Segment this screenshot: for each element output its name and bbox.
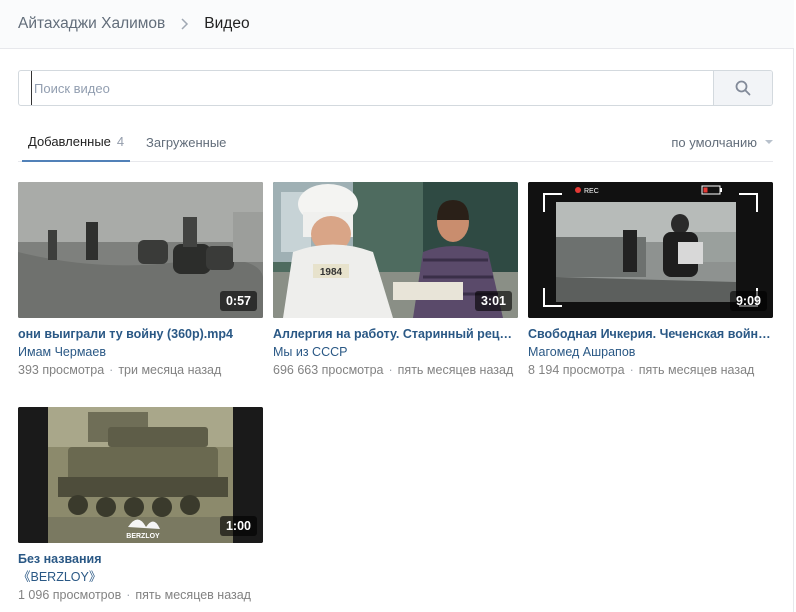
separator-dot: · (109, 363, 114, 377)
video-tabs: Добавленные 4 Загруженные по умолчанию (18, 122, 773, 162)
video-watermark: BERZLOY (126, 533, 160, 540)
video-date: пять месяцев назад (397, 363, 514, 377)
video-title-link[interactable]: Свободная Ичкерия. Чеченская война.… (528, 327, 773, 342)
tab-added-count: 4 (116, 133, 125, 149)
video-author-link[interactable]: 《BERZLOY》 (18, 570, 263, 585)
video-date: пять месяцев назад (135, 588, 251, 602)
tab-added-label: Добавленные (28, 133, 111, 149)
separator-dot: · (388, 363, 393, 377)
video-thumbnail[interactable]: BERZLOY 1:00 (18, 407, 263, 543)
page-title: Видео (204, 15, 250, 32)
separator-dot: · (126, 588, 131, 602)
video-duration: 3:01 (474, 291, 512, 311)
rec-label: REC (584, 188, 599, 195)
tab-uploaded[interactable]: Загруженные (146, 122, 226, 162)
video-thumbnail[interactable]: 0:57 (18, 182, 263, 318)
tab-added[interactable]: Добавленные 4 (22, 122, 131, 162)
video-meta: 393 просмотра · три месяца назад (18, 363, 263, 378)
video-card[interactable]: 0:57 они выиграли ту войну (360p).mp4 Им… (18, 182, 263, 378)
breadcrumb: Айтахаджи Халимов Видео (0, 0, 794, 49)
search-input[interactable] (31, 71, 713, 105)
video-thumbnail[interactable]: REC 9:09 (528, 182, 773, 318)
video-thumbnail[interactable]: 1984 3:01 (273, 182, 518, 318)
video-duration: 0:57 (219, 291, 257, 311)
video-views: 1 096 просмотров (18, 588, 122, 602)
video-views: 393 просмотра (18, 363, 105, 377)
video-meta: 8 194 просмотра · пять месяцев назад (528, 363, 773, 378)
video-date: три месяца назад (118, 363, 222, 377)
video-author-link[interactable]: Мы из СССР (273, 345, 518, 360)
caret-down-icon (765, 140, 773, 144)
video-duration: 9:09 (729, 291, 767, 311)
video-card[interactable]: BERZLOY 1:00 Без названия 《BERZLOY》 1 09… (18, 407, 263, 603)
video-duration: 1:00 (219, 516, 257, 536)
video-date: пять месяцев назад (638, 363, 755, 377)
videos-page: Айтахаджи Халимов Видео Добавленные 4 За… (0, 0, 794, 612)
video-author-link[interactable]: Магомед Ашрапов (528, 345, 773, 360)
search-icon (735, 80, 751, 96)
video-title-link[interactable]: они выиграли ту войну (360p).mp4 (18, 327, 263, 342)
record-dot-icon (575, 187, 581, 193)
video-meta: 696 663 просмотра · пять месяцев назад (273, 363, 518, 378)
video-meta: 1 096 просмотров · пять месяцев назад (18, 588, 263, 603)
video-title-link[interactable]: Без названия (18, 552, 263, 567)
breadcrumb-owner-link[interactable]: Айтахаджи Халимов (18, 15, 165, 33)
chevron-right-icon (181, 18, 189, 30)
search-button[interactable] (713, 71, 772, 105)
video-card[interactable]: REC 9:09 Свободная Ичкерия. Чеченская во… (528, 182, 773, 378)
video-views: 8 194 просмотра (528, 363, 625, 377)
separator-dot: · (629, 363, 634, 377)
video-sign-text: 1984 (320, 267, 343, 278)
tab-uploaded-label: Загруженные (146, 134, 227, 150)
video-title-link[interactable]: Аллергия на работу. Старинный рецепт… (273, 327, 518, 342)
video-author-link[interactable]: Имам Чермаев (18, 345, 263, 360)
search-bar (18, 70, 773, 106)
sort-dropdown[interactable]: по умолчанию (671, 122, 773, 162)
video-card[interactable]: 1984 3:01 Аллергия на работу. Старинный … (273, 182, 518, 378)
video-views: 696 663 просмотра (273, 363, 384, 377)
sort-label: по умолчанию (671, 134, 757, 150)
